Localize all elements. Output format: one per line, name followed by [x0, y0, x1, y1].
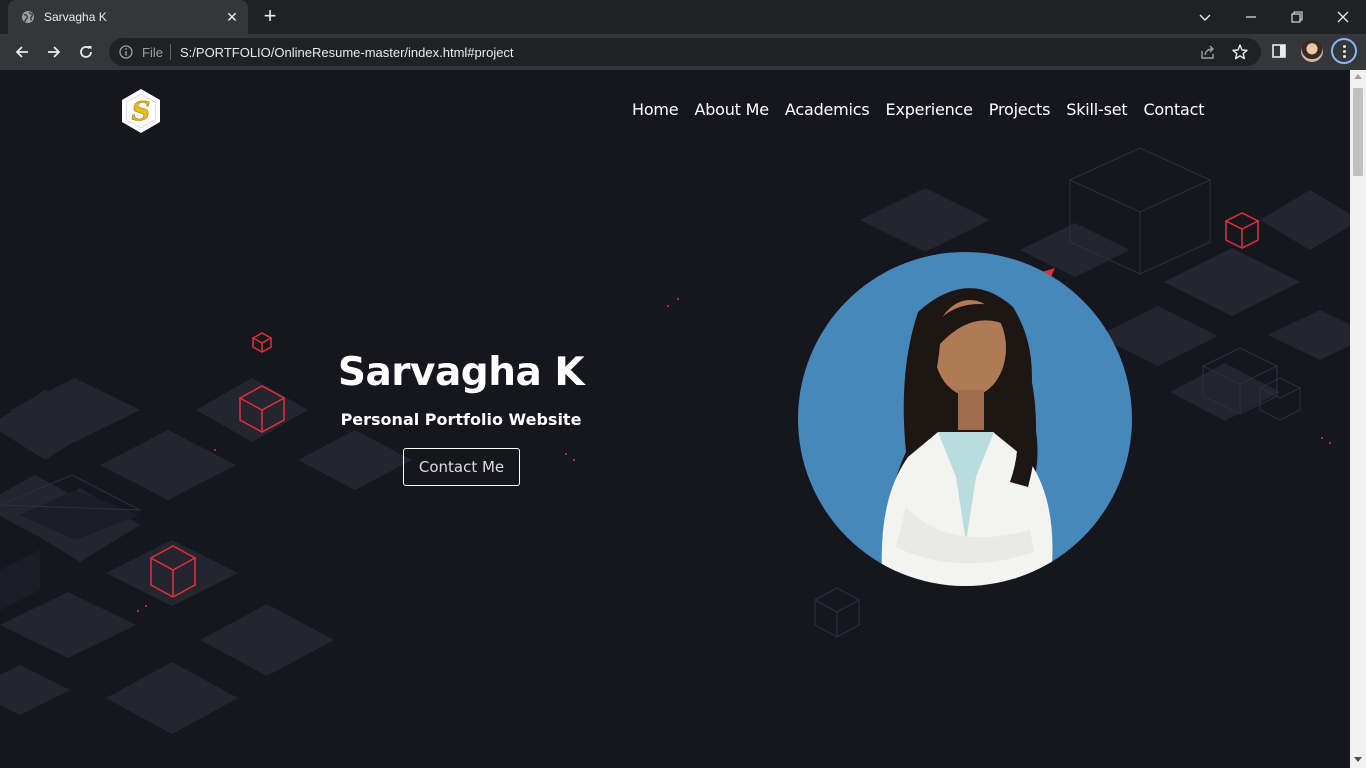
- arrow-right-icon: [48, 46, 61, 58]
- browser-tab-bar: Sarvagha K ✕ +: [0, 0, 1366, 34]
- contact-me-button[interactable]: Contact Me: [403, 448, 520, 486]
- page-scrollbar[interactable]: [1350, 70, 1366, 768]
- info-icon[interactable]: [119, 45, 133, 59]
- menu-dot: [1342, 49, 1346, 53]
- tab-search-button[interactable]: [1182, 0, 1228, 34]
- nav-skill-set[interactable]: Skill-set: [1066, 100, 1127, 119]
- browser-tab[interactable]: Sarvagha K ✕: [8, 0, 248, 34]
- site-logo[interactable]: S: [117, 87, 165, 135]
- browser-menu-button[interactable]: [1331, 38, 1357, 64]
- arrow-left-icon: [15, 46, 28, 58]
- address-bar[interactable]: File S:/PORTFOLIO/OnlineResume-master/in…: [109, 38, 1261, 66]
- nav-projects[interactable]: Projects: [989, 100, 1051, 119]
- tab-title: Sarvagha K: [44, 10, 107, 24]
- minimize-icon: [1246, 16, 1256, 18]
- url-text[interactable]: S:/PORTFOLIO/OnlineResume-master/index.h…: [180, 45, 514, 60]
- restore-icon: [1291, 11, 1303, 23]
- nav-about-me[interactable]: About Me: [694, 100, 769, 119]
- forward-button[interactable]: [42, 40, 66, 64]
- reload-icon: [80, 46, 92, 58]
- browser-toolbar: File S:/PORTFOLIO/OnlineResume-master/in…: [0, 34, 1366, 70]
- globe-icon: [22, 11, 34, 23]
- share-icon[interactable]: [1200, 44, 1216, 60]
- new-tab-button[interactable]: +: [260, 5, 280, 27]
- nav-academics[interactable]: Academics: [785, 100, 870, 119]
- nav-home[interactable]: Home: [632, 100, 679, 119]
- minimize-button[interactable]: [1228, 0, 1274, 34]
- hero-name: Sarvagha K: [337, 350, 585, 395]
- menu-dot: [1342, 54, 1346, 58]
- avatar[interactable]: [1301, 40, 1323, 62]
- logo-letter: S: [132, 97, 151, 127]
- url-scheme: File: [142, 45, 163, 60]
- side-panel-icon[interactable]: [1272, 44, 1286, 58]
- page-viewport: S Home About Me Academics Experience Pro…: [0, 70, 1350, 768]
- close-icon[interactable]: ✕: [224, 9, 240, 25]
- scroll-up-icon[interactable]: [1354, 74, 1362, 79]
- menu-dot: [1342, 44, 1346, 48]
- back-button[interactable]: [10, 40, 34, 64]
- star-icon[interactable]: [1231, 43, 1249, 61]
- scroll-thumb[interactable]: [1353, 88, 1363, 176]
- portrait-illustration: [881, 288, 1053, 586]
- isometric-background: [0, 147, 1350, 734]
- reload-button[interactable]: [74, 40, 98, 64]
- chevron-down-icon: [1199, 14, 1211, 21]
- profile-photo: [798, 252, 1132, 586]
- nav-contact[interactable]: Contact: [1143, 100, 1204, 119]
- nav-experience[interactable]: Experience: [886, 100, 973, 119]
- close-icon: [1337, 11, 1349, 23]
- close-window-button[interactable]: [1320, 0, 1366, 34]
- divider: [170, 44, 171, 60]
- restore-button[interactable]: [1274, 0, 1320, 34]
- hero-subtitle: Personal Portfolio Website: [340, 410, 582, 429]
- scroll-down-icon[interactable]: [1354, 757, 1362, 762]
- main-nav: Home About Me Academics Experience Proje…: [632, 100, 1205, 119]
